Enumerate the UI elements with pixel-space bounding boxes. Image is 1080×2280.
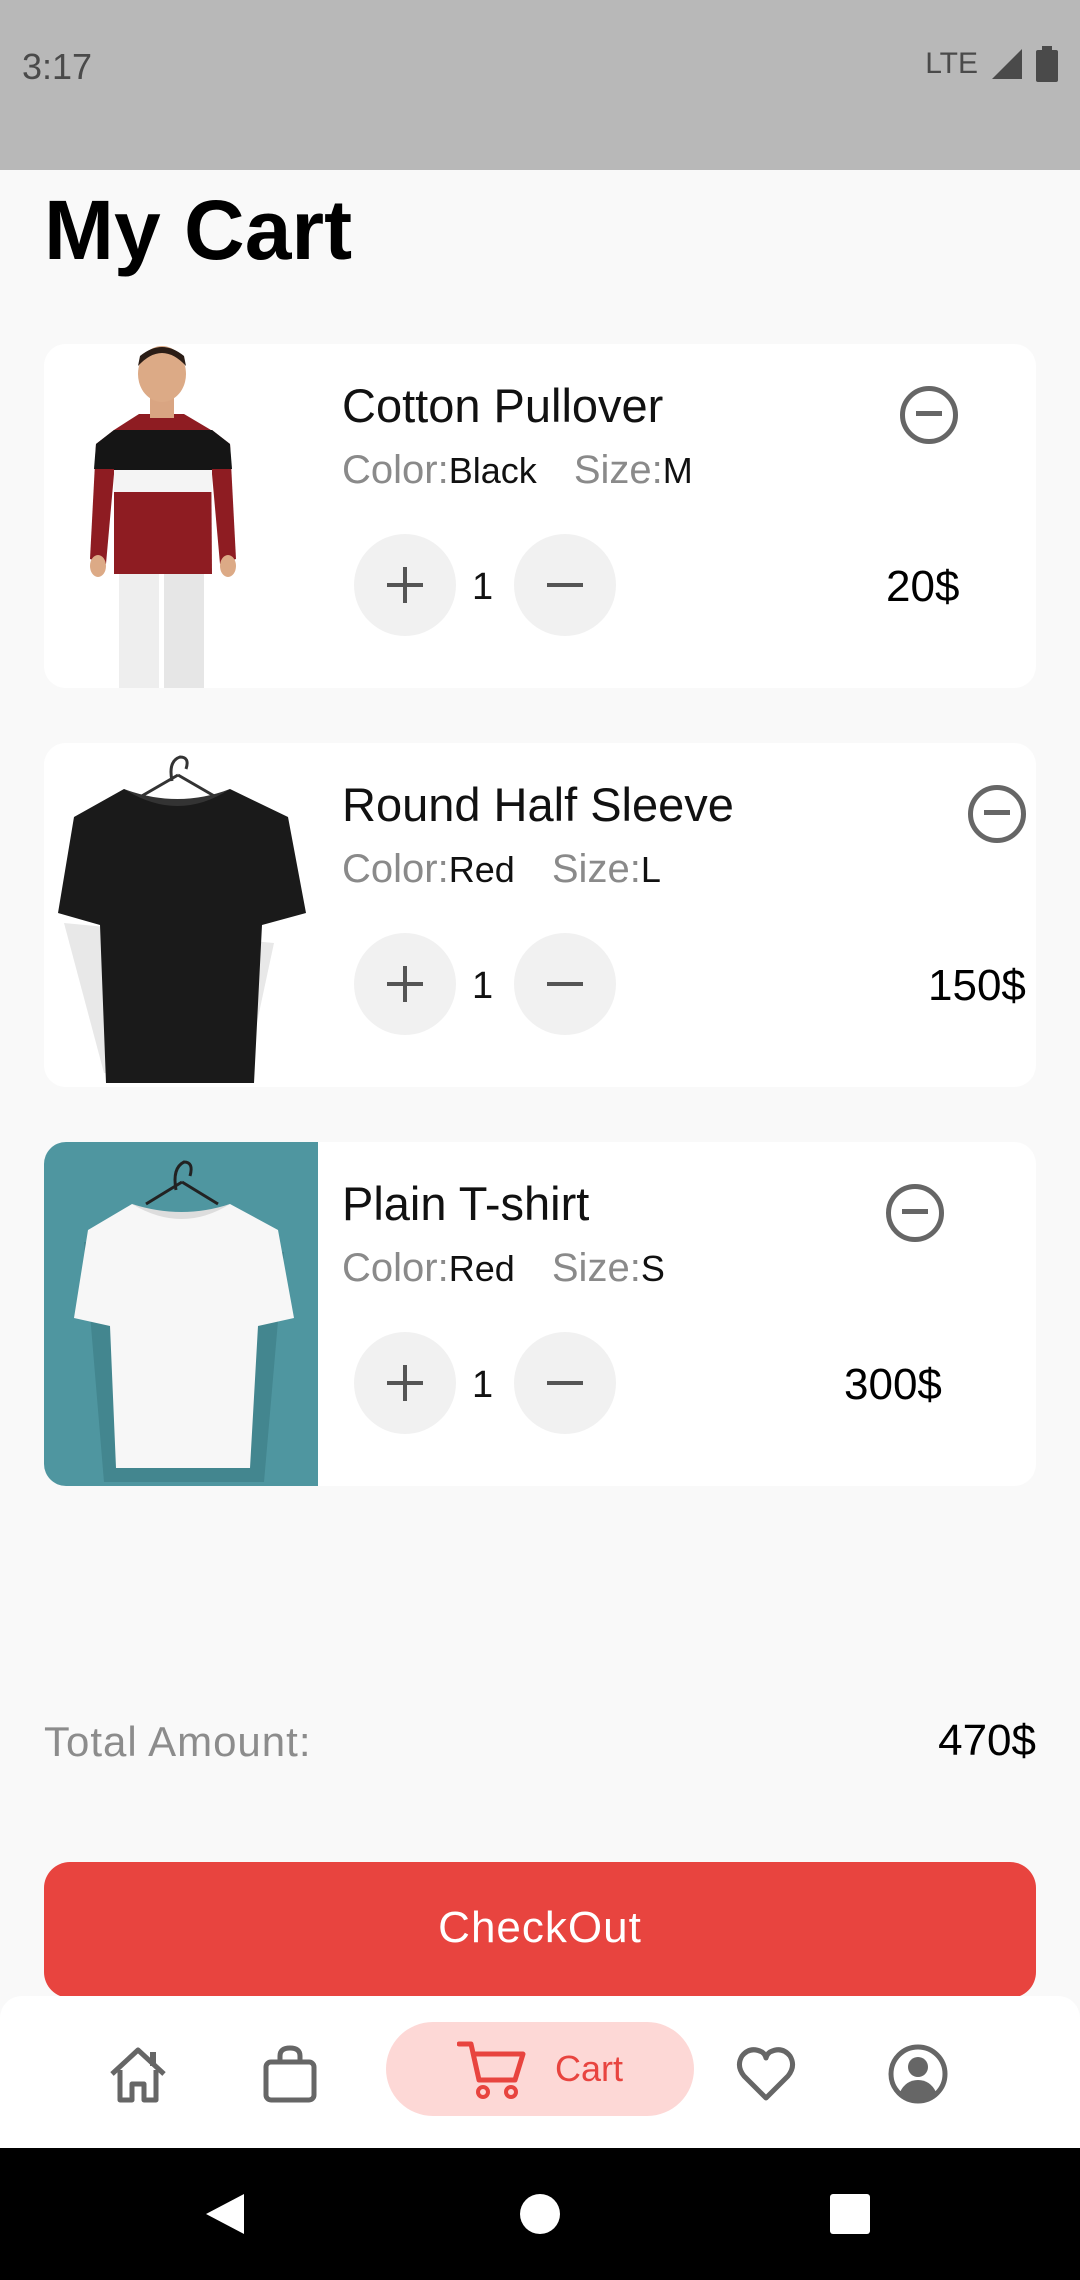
status-icons: LTE bbox=[925, 46, 1058, 82]
color-value: Red bbox=[448, 1248, 515, 1289]
item-price: 20$ bbox=[886, 562, 960, 611]
color-value: Red bbox=[448, 849, 515, 890]
increase-quantity-button[interactable] bbox=[354, 534, 456, 636]
remove-item-button[interactable] bbox=[968, 785, 1026, 843]
page-title: My Cart bbox=[44, 183, 353, 277]
cart-icon bbox=[456, 2041, 526, 2099]
size-value: S bbox=[640, 1248, 665, 1289]
item-price: 150$ bbox=[928, 961, 1026, 1010]
item-name: Cotton Pullover bbox=[342, 379, 664, 432]
nav-cart[interactable]: Cart bbox=[386, 2022, 694, 2116]
item-name: Round Half Sleeve bbox=[342, 778, 734, 831]
cart-item-card: Round Half Sleeve Color:Red Size:L 1 150… bbox=[44, 743, 1036, 1087]
item-meta: Color:Red Size:S bbox=[342, 1246, 691, 1291]
color-value: Black bbox=[448, 450, 537, 491]
plus-icon bbox=[387, 1365, 423, 1401]
nav-home[interactable] bbox=[106, 2042, 170, 2106]
plus-icon bbox=[387, 966, 423, 1002]
increase-quantity-button[interactable] bbox=[354, 933, 456, 1035]
nav-profile[interactable] bbox=[886, 2042, 950, 2106]
color-label: Color: bbox=[342, 448, 449, 492]
decrease-quantity-button[interactable] bbox=[514, 534, 616, 636]
heart-icon bbox=[736, 2047, 796, 2101]
status-bar: 3:17 LTE bbox=[0, 0, 1080, 170]
minus-icon bbox=[547, 982, 583, 986]
color-label: Color: bbox=[342, 847, 449, 891]
color-label: Color: bbox=[342, 1246, 449, 1290]
minus-icon bbox=[547, 583, 583, 587]
network-type: LTE bbox=[925, 47, 978, 80]
quantity-value: 1 bbox=[472, 566, 494, 608]
remove-item-button[interactable] bbox=[900, 386, 958, 444]
total-amount-value: 470$ bbox=[938, 1716, 1036, 1765]
quantity-value: 1 bbox=[472, 965, 494, 1007]
nav-favorites[interactable] bbox=[734, 2042, 798, 2106]
product-image bbox=[44, 344, 318, 688]
product-image bbox=[44, 743, 318, 1087]
size-label: Size: bbox=[551, 847, 641, 891]
quantity-value: 1 bbox=[472, 1364, 494, 1406]
remove-item-button[interactable] bbox=[886, 1184, 944, 1242]
cart-item-card: Plain T-shirt Color:Red Size:S 1 300$ bbox=[44, 1142, 1036, 1486]
size-label: Size: bbox=[573, 448, 663, 492]
nav-cart-label: Cart bbox=[554, 2048, 623, 2089]
item-meta: Color:Black Size:M bbox=[342, 448, 719, 493]
cart-item-card: Cotton Pullover Color:Black Size:M 1 20$ bbox=[44, 344, 1036, 688]
nav-shop[interactable] bbox=[258, 2042, 322, 2106]
plus-icon bbox=[387, 567, 423, 603]
item-name: Plain T-shirt bbox=[342, 1177, 590, 1230]
item-meta: Color:Red Size:L bbox=[342, 847, 687, 892]
profile-icon bbox=[888, 2044, 948, 2104]
system-navigation-bar bbox=[0, 2148, 1080, 2280]
bag-icon bbox=[263, 2045, 317, 2103]
minus-icon bbox=[547, 1381, 583, 1385]
checkout-button[interactable]: CheckOut bbox=[44, 1862, 1036, 1998]
home-icon bbox=[110, 2047, 166, 2103]
increase-quantity-button[interactable] bbox=[354, 1332, 456, 1434]
battery-icon bbox=[1036, 46, 1058, 82]
size-value: M bbox=[662, 450, 693, 491]
status-time: 3:17 bbox=[22, 46, 93, 87]
signal-icon bbox=[992, 49, 1022, 79]
product-image bbox=[44, 1142, 318, 1486]
back-icon[interactable] bbox=[204, 2192, 246, 2236]
recents-icon[interactable] bbox=[830, 2194, 870, 2234]
total-amount-label: Total Amount: bbox=[44, 1718, 312, 1765]
item-price: 300$ bbox=[844, 1360, 942, 1409]
size-label: Size: bbox=[551, 1246, 641, 1290]
decrease-quantity-button[interactable] bbox=[514, 933, 616, 1035]
decrease-quantity-button[interactable] bbox=[514, 1332, 616, 1434]
home-nav-icon[interactable] bbox=[518, 2192, 562, 2236]
size-value: L bbox=[640, 849, 661, 890]
bottom-navigation: Cart bbox=[0, 1996, 1080, 2148]
